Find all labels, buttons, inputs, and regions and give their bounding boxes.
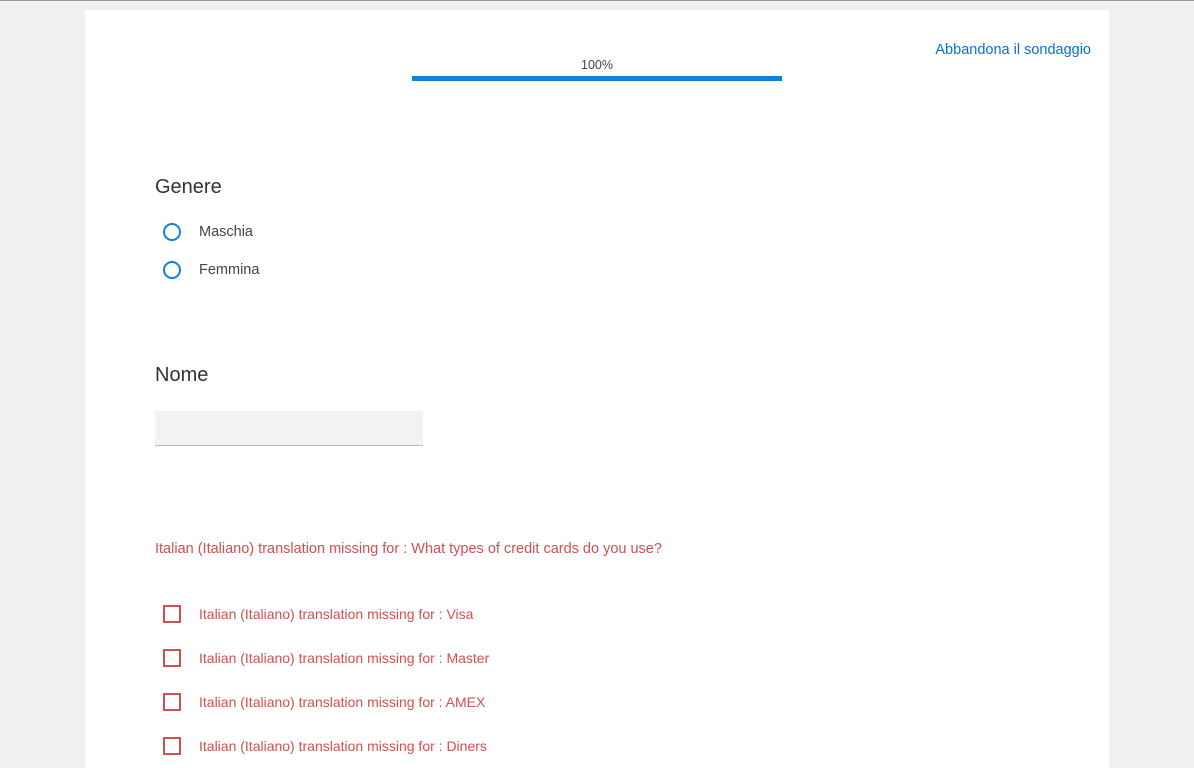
- question-name-title: Nome: [155, 364, 1039, 387]
- checkbox-icon[interactable]: [163, 693, 181, 711]
- checkbox-icon[interactable]: [163, 605, 181, 623]
- question-name: Nome: [155, 364, 1039, 446]
- checkbox-option-master[interactable]: Italian (Italiano) translation missing f…: [163, 649, 1039, 667]
- radio-label: Maschia: [199, 224, 253, 240]
- checkbox-label: Italian (Italiano) translation missing f…: [199, 650, 489, 666]
- radio-option-maschia[interactable]: Maschia: [163, 223, 1039, 241]
- question-credit-cards: Italian (Italiano) translation missing f…: [155, 541, 1039, 755]
- radio-icon[interactable]: [163, 223, 181, 241]
- checkbox-label: Italian (Italiano) translation missing f…: [199, 694, 485, 710]
- question-credit-cards-title: Italian (Italiano) translation missing f…: [155, 541, 1039, 557]
- checkbox-option-amex[interactable]: Italian (Italiano) translation missing f…: [163, 693, 1039, 711]
- checkbox-label: Italian (Italiano) translation missing f…: [199, 606, 473, 622]
- name-input[interactable]: [155, 411, 423, 446]
- question-gender: Genere Maschia Femmina: [155, 176, 1039, 279]
- checkbox-icon[interactable]: [163, 737, 181, 755]
- progress-container: 100%: [412, 58, 782, 81]
- checkbox-icon[interactable]: [163, 649, 181, 667]
- checkbox-option-visa[interactable]: Italian (Italiano) translation missing f…: [163, 605, 1039, 623]
- question-gender-title: Genere: [155, 176, 1039, 199]
- radio-icon[interactable]: [163, 261, 181, 279]
- survey-card: Abbandona il sondaggio 100% Genere Masch…: [85, 10, 1109, 768]
- exit-survey-link[interactable]: Abbandona il sondaggio: [935, 42, 1091, 58]
- radio-label: Femmina: [199, 262, 259, 278]
- progress-percent-label: 100%: [412, 58, 782, 72]
- radio-option-femmina[interactable]: Femmina: [163, 261, 1039, 279]
- progress-bar: [412, 76, 782, 81]
- checkbox-option-diners[interactable]: Italian (Italiano) translation missing f…: [163, 737, 1039, 755]
- checkbox-label: Italian (Italiano) translation missing f…: [199, 738, 487, 754]
